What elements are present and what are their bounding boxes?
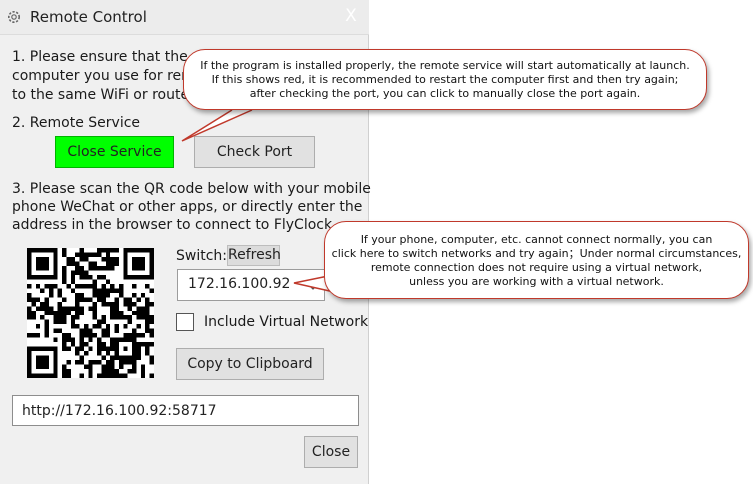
service-tooltip: If the program is installed properly, th… [183, 49, 707, 110]
step1-line3: to the same WiFi or router a [12, 87, 208, 103]
network-select[interactable]: 172.16.100.92 [177, 269, 325, 301]
title-bar: Remote Control X [0, 0, 369, 35]
url-field[interactable] [12, 395, 359, 426]
close-service-button[interactable]: Close Service [55, 136, 174, 168]
service-tooltip-line: If the program is installed properly, th… [200, 59, 690, 72]
remote-service-label: 2. Remote Service [12, 115, 141, 131]
service-tooltip-line: after checking the port, you can click t… [249, 87, 641, 100]
close-window-icon[interactable]: X [340, 5, 362, 27]
check-port-button[interactable]: Check Port [194, 136, 315, 168]
gear-icon [6, 9, 22, 25]
qr-code [27, 248, 154, 378]
step3-line3: address in the browser to connect to Fly… [12, 217, 337, 233]
refresh-button[interactable]: Refresh [227, 245, 281, 266]
network-select-value: 172.16.100.92 [188, 276, 291, 292]
network-tooltip: If your phone, computer, etc. cannot con… [324, 221, 749, 299]
close-button[interactable]: Close [304, 436, 358, 468]
network-tooltip-line: click here to switch networks and try ag… [331, 247, 742, 260]
network-tooltip-line: If your phone, computer, etc. cannot con… [360, 233, 713, 246]
copy-to-clipboard-button[interactable]: Copy to Clipboard [176, 348, 324, 380]
step3-line1: 3. Please scan the QR code below with yo… [12, 181, 371, 197]
step3-line2: phone WeChat or other apps, or directly … [12, 199, 363, 215]
chevron-down-icon [306, 278, 320, 292]
virtual-network-checkbox[interactable] [176, 313, 194, 331]
virtual-network-label: Include Virtual Network [204, 314, 369, 330]
service-tooltip-line: If this shows red, it is recommended to … [211, 73, 679, 86]
network-tooltip-line: unless you are working with a virtual ne… [409, 275, 664, 288]
switch-label: Switch: [176, 248, 228, 264]
step1-line2: computer you use for remo [12, 68, 204, 84]
window-title: Remote Control [30, 8, 147, 26]
network-tooltip-line: remote connection does not require using… [370, 261, 703, 274]
